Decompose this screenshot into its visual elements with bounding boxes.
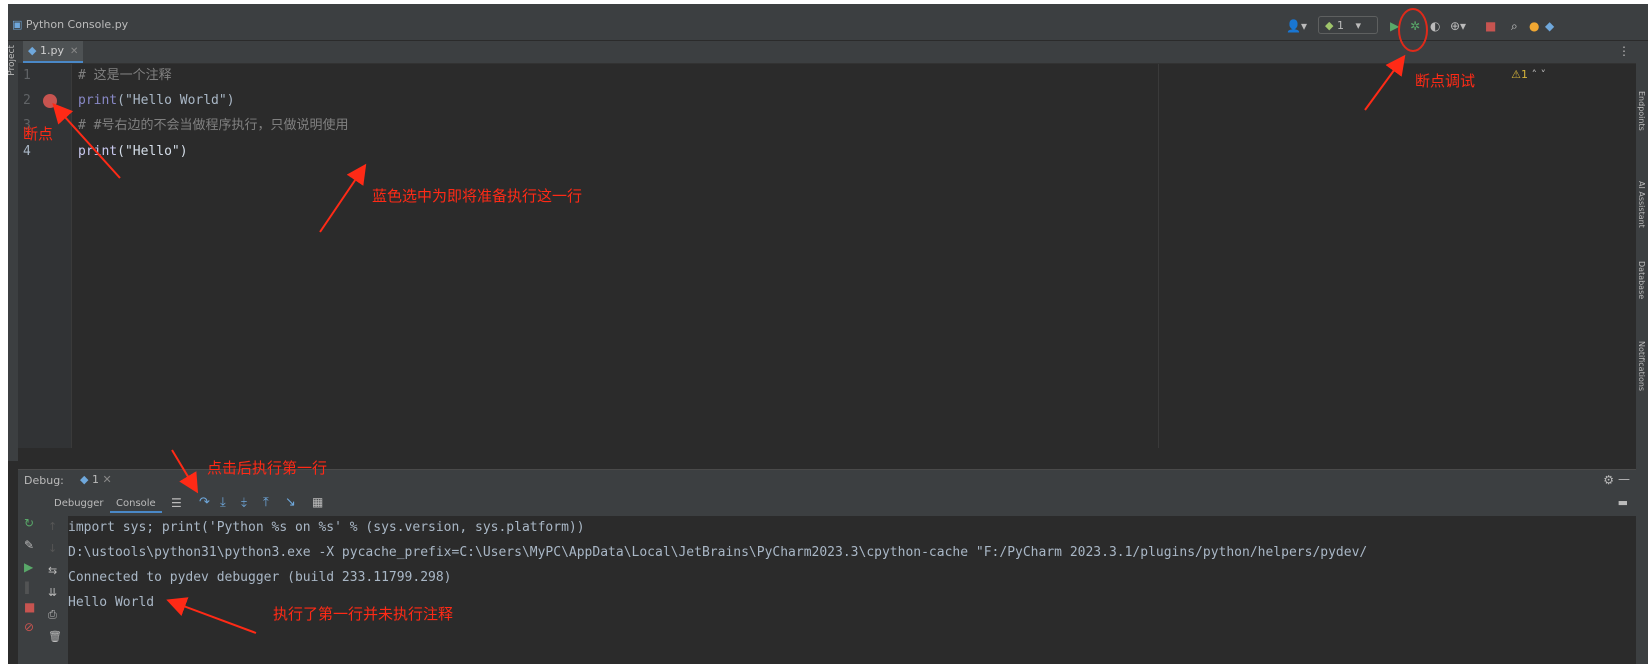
evaluate-icon[interactable]: ▦ — [312, 495, 323, 509]
console-line: Hello World — [68, 595, 155, 610]
code-editor[interactable]: # 这是一个注释 print("Hello World") # #号右边的不会当… — [72, 64, 1554, 448]
debug-side-toolbar: ↻ ✎ ▶ ‖ ■ ⊘ ↑ ↓ ⇆ ⇊ ⎙ 🗑 — [18, 516, 68, 664]
annotation-result: 执行了第一行并未执行注释 — [273, 605, 454, 623]
annotation-breakpoint: 断点 — [23, 125, 54, 143]
editor-gutter: 1 2 3 4 — [18, 64, 72, 448]
coverage-icon[interactable]: ◐ — [1430, 18, 1440, 34]
step-into-icon[interactable]: ⤓ — [220, 495, 226, 510]
wrench-icon[interactable]: ✎ — [24, 538, 34, 552]
layout-icon[interactable]: ▬ — [1618, 496, 1628, 509]
close-icon[interactable]: ✕ — [70, 46, 78, 57]
left-tool-strip: Project — [8, 41, 18, 461]
rerun-icon[interactable]: ↻ — [24, 516, 34, 530]
console-line: Connected to pydev debugger (build 233.1… — [68, 570, 452, 585]
annotation-step-over: 点击后执行第一行 — [207, 459, 328, 477]
breakpoint-icon[interactable] — [43, 94, 57, 108]
debug-session-tab[interactable]: ◆ 1 ✕ — [80, 473, 112, 486]
code-line: print("Hello") — [78, 144, 188, 159]
line-number: 1 — [23, 68, 31, 83]
tab-debugger[interactable]: Debugger — [48, 496, 110, 511]
run-config-select[interactable]: ◆ 1 ▾ — [1318, 16, 1378, 34]
stop-icon[interactable]: ■ — [1485, 18, 1496, 34]
debug-button-highlight-circle — [1398, 8, 1428, 52]
ai-assistant-tool-tab[interactable]: AI Assistant — [1637, 181, 1646, 228]
threads-icon[interactable]: ☰ — [171, 496, 182, 510]
code-arguments: ("Hello World") — [117, 93, 235, 108]
user-icon[interactable]: 👤▾ — [1286, 18, 1307, 34]
run-to-cursor-icon[interactable]: ↘ — [285, 495, 296, 510]
debug-label: Debug: — [24, 474, 64, 487]
scroll-down-icon[interactable]: ↓ — [48, 542, 57, 555]
step-out-icon[interactable]: ⤒ — [263, 495, 269, 510]
code-line: # #号右边的不会当做程序执行，只做说明使用 — [78, 118, 349, 133]
code-line: print("Hello World") — [78, 93, 235, 108]
project-tool-tab[interactable]: Project — [8, 45, 17, 76]
menu-bar — [8, 4, 1648, 12]
tab-console[interactable]: Console — [110, 496, 162, 513]
clear-icon[interactable]: 🗑 — [48, 630, 62, 643]
console-line: D:\ustools\python31\python3.exe -X pycac… — [68, 545, 1368, 560]
pause-icon[interactable]: ‖ — [24, 580, 30, 594]
ide-window: ▣ Python Console.py 👤▾ ◆ 1 ▾ ▶ ✲ ◐ ⊕▾ ■ … — [8, 4, 1648, 664]
editor-tab[interactable]: ◆ 1.py ✕ — [23, 41, 83, 63]
stop-icon[interactable]: ■ — [24, 600, 35, 614]
line-number: 4 — [23, 144, 31, 159]
line-number: 2 — [23, 93, 31, 108]
resume-icon[interactable]: ▶ — [24, 560, 33, 574]
endpoints-tool-tab[interactable]: Endpoints — [1637, 91, 1646, 131]
update-icon[interactable]: ● — [1529, 18, 1539, 34]
right-tool-strip: Endpoints AI Assistant Database Notifica… — [1636, 41, 1648, 664]
search-icon[interactable]: ⌕ — [1511, 18, 1518, 34]
console-line: import sys; print('Python %s on %s' % (s… — [68, 520, 585, 535]
database-tool-tab[interactable]: Database — [1637, 261, 1646, 299]
right-margin-guide — [1158, 64, 1159, 448]
editor-tab-bar: ◆ 1.py ✕ ⋮ — [18, 41, 1636, 64]
scroll-to-end-icon[interactable]: ⇊ — [48, 586, 57, 599]
step-into-my-code-icon[interactable]: ⤈ — [241, 495, 247, 510]
step-over-icon[interactable]: ↷ — [199, 495, 210, 510]
print-icon[interactable]: ⎙ — [48, 608, 57, 622]
inspection-widget[interactable]: ⚠1 ˄ ˅ — [1511, 68, 1546, 81]
scroll-up-icon[interactable]: ↑ — [48, 520, 57, 533]
project-label[interactable]: ▣ Python Console.py — [12, 18, 128, 31]
console-output[interactable]: import sys; print('Python %s on %s' % (s… — [68, 516, 1636, 664]
gear-icon[interactable]: ⚙ — [1603, 473, 1614, 487]
annotation-debug-button: 断点调试 — [1415, 72, 1476, 90]
ai-icon[interactable]: ◆ — [1545, 18, 1554, 34]
more-options-icon[interactable]: ⋮ — [1618, 44, 1630, 58]
minimize-icon[interactable]: — — [1618, 472, 1630, 486]
code-arguments: ("Hello") — [117, 144, 188, 159]
annotation-selected-line: 蓝色选中为即将准备执行这一行 — [372, 187, 583, 205]
mute-breakpoints-icon[interactable]: ⊘ — [24, 620, 34, 634]
notifications-tool-tab[interactable]: Notifications — [1637, 341, 1646, 391]
debug-toolbar: Debugger Console ☰ ↷ ⤓ ⤈ ⤒ ↘ ▦ ▬ — [18, 492, 1636, 517]
profile-icon[interactable]: ⊕▾ — [1450, 18, 1466, 34]
code-line: # 这是一个注释 — [78, 68, 172, 83]
soft-wrap-icon[interactable]: ⇆ — [48, 564, 57, 577]
